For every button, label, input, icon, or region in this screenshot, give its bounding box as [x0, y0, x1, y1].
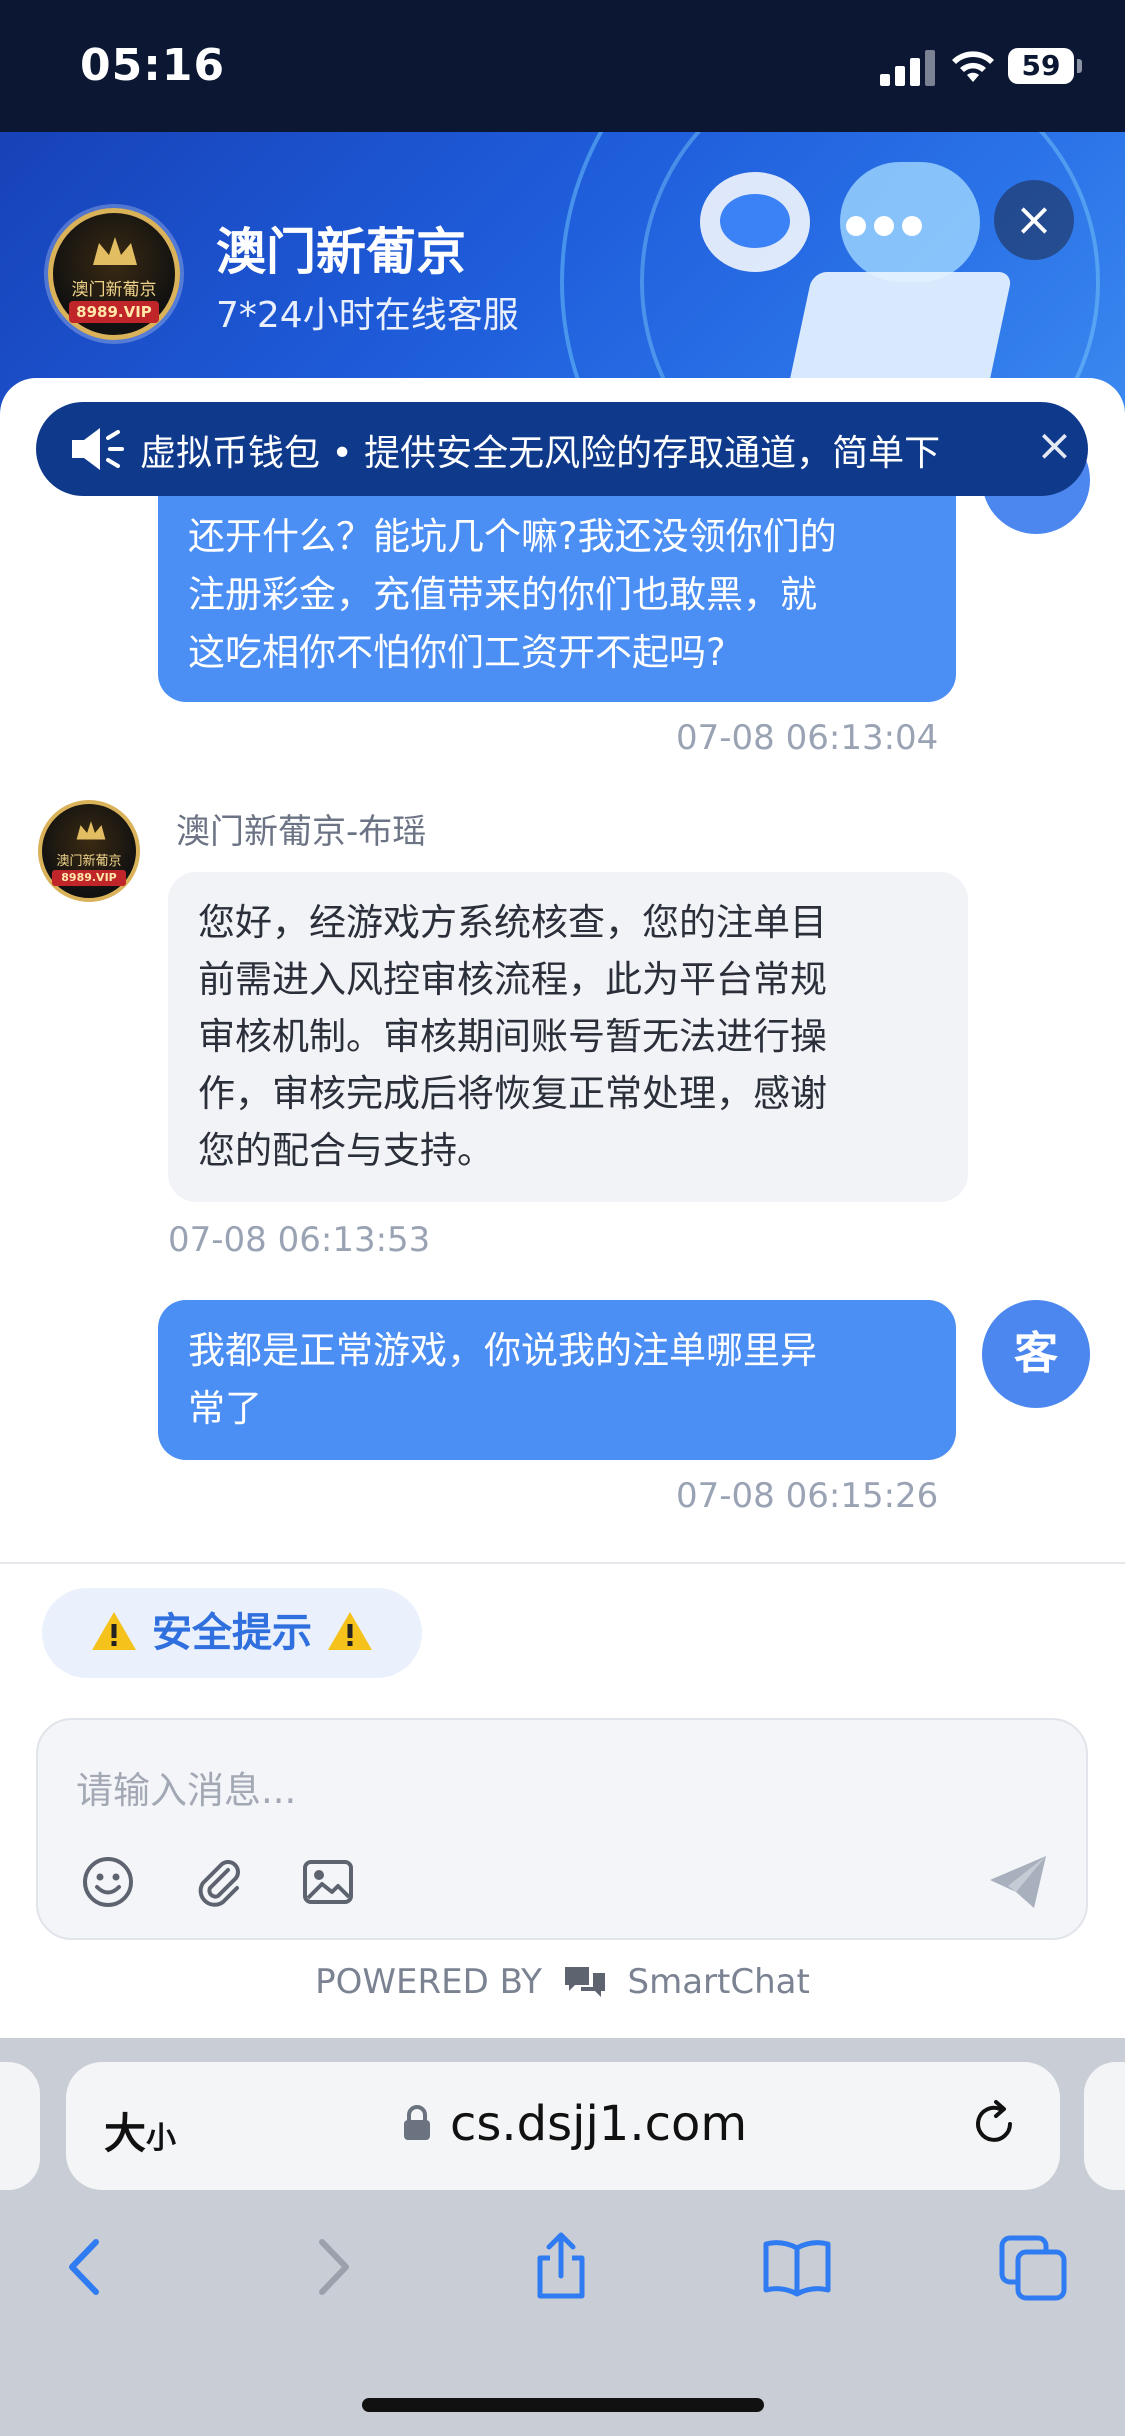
message-line: 前需进入风控审核流程，此为平台常规: [198, 958, 827, 1001]
message-timestamp: 07-08 06:13:53: [168, 1220, 431, 1260]
cellular-signal-icon: [880, 50, 936, 86]
share-icon[interactable]: [526, 2232, 596, 2302]
tabs-icon[interactable]: [998, 2232, 1068, 2302]
message-line: 您好，经游戏方系统核查，您的注单目: [198, 901, 827, 944]
previous-tab[interactable]: [0, 2062, 40, 2190]
lock-icon: [404, 2105, 430, 2140]
next-tab[interactable]: [1084, 2062, 1125, 2190]
close-announcement-button[interactable]: ×: [1036, 420, 1073, 471]
powered-by-brand: SmartChat: [627, 1962, 810, 2002]
safety-tip-label: 安全提示: [152, 1610, 312, 1656]
home-indicator: [362, 2398, 764, 2412]
brand-logo: 澳门新葡京 8989.VIP: [48, 208, 180, 340]
chat-bubble-decoration: [700, 172, 810, 272]
speaker-icon: [72, 428, 124, 470]
text-size-label: 大: [104, 2109, 147, 2158]
outgoing-message: 我都是正常游戏，你说我的注单哪里异 常了: [158, 1300, 956, 1460]
panel-decoration: [787, 272, 1013, 392]
announcement-bar: 虚拟币钱包 • 提供安全无风险的存取通道，简单下 ×: [36, 402, 1088, 496]
send-icon[interactable]: [986, 1852, 1050, 1912]
close-chat-button[interactable]: ×: [994, 180, 1074, 260]
avatar-logo-text: 澳门新葡京: [56, 854, 122, 869]
typing-dots-decoration: [846, 216, 930, 240]
message-line: 我都是正常游戏，你说我的注单哪里异: [188, 1329, 817, 1372]
message-input[interactable]: 请输入消息...: [76, 1760, 296, 1814]
status-time: 05:16: [80, 40, 226, 91]
safety-tip-button[interactable]: 安全提示: [42, 1588, 422, 1678]
message-line: 还开什么？能坑几个嘛?我还没领你们的: [188, 515, 837, 558]
status-bar: 05:16 59: [0, 0, 1125, 132]
announcement-text: 虚拟币钱包 • 提供安全无风险的存取通道，简单下: [140, 433, 941, 474]
message-timestamp: 07-08 06:15:26: [676, 1476, 939, 1516]
warning-icon: [92, 1612, 137, 1650]
close-icon: ×: [1014, 192, 1054, 246]
powered-by: POWERED BY SmartChat: [0, 1962, 1125, 2002]
brand-name: 澳门新葡京: [216, 223, 466, 281]
forward-icon[interactable]: [296, 2232, 366, 2302]
client-avatar: 客: [982, 1300, 1090, 1408]
url-text[interactable]: cs.dsjj1.com: [450, 2096, 747, 2152]
incoming-message: 您好，经游戏方系统核查，您的注单目 前需进入风控审核流程，此为平台常规 审核机制…: [168, 872, 968, 1202]
attachment-icon[interactable]: [190, 1854, 246, 1910]
divider: [0, 1562, 1125, 1564]
emoji-icon[interactable]: [80, 1854, 136, 1910]
agent-avatar: 澳门新葡京 8989.VIP: [38, 800, 140, 902]
address-bar[interactable]: 大小 cs.dsjj1.com: [66, 2062, 1060, 2190]
message-line: 您的配合与支持。: [198, 1129, 494, 1172]
wifi-icon: [952, 51, 994, 82]
crown-icon: [93, 237, 137, 265]
service-subtitle: 7*24小时在线客服: [216, 295, 519, 336]
image-icon[interactable]: [300, 1854, 356, 1910]
message-line: 这吃相你不怕你们工资开不起吗?: [188, 631, 726, 674]
logo-text: 澳门新葡京: [71, 280, 157, 300]
crown-icon: [76, 821, 106, 840]
reload-icon[interactable]: [966, 2096, 1022, 2152]
text-size-button[interactable]: 大小: [104, 2100, 176, 2161]
chat-logo-icon: [564, 1967, 605, 1997]
message-line: 注册彩金，充值带来的你们也敢黑，就: [188, 573, 817, 616]
logo-domain: 8989.VIP: [69, 301, 159, 323]
battery-tip: [1077, 59, 1082, 73]
bookmarks-icon[interactable]: [762, 2232, 832, 2302]
message-timestamp: 07-08 06:13:04: [676, 718, 939, 758]
text-size-small-label: 小: [146, 2121, 177, 2156]
message-line: 作，审核完成后将恢复正常处理，感谢: [198, 1072, 827, 1115]
outgoing-message: 还开什么？能坑几个嘛?我还没领你们的 注册彩金，充值带来的你们也敢黑，就 这吃相…: [158, 496, 956, 702]
avatar-logo-domain: 8989.VIP: [52, 870, 126, 886]
back-icon[interactable]: [52, 2232, 122, 2302]
warning-icon: [327, 1612, 372, 1650]
message-line: 审核机制。审核期间账号暂无法进行操: [198, 1015, 827, 1058]
agent-name: 澳门新葡京-布瑶: [176, 812, 427, 852]
message-input-area[interactable]: 请输入消息...: [36, 1718, 1088, 1940]
battery-indicator: 59: [1008, 48, 1074, 84]
powered-by-label: POWERED BY: [315, 1962, 542, 2002]
message-line: 常了: [188, 1387, 262, 1430]
